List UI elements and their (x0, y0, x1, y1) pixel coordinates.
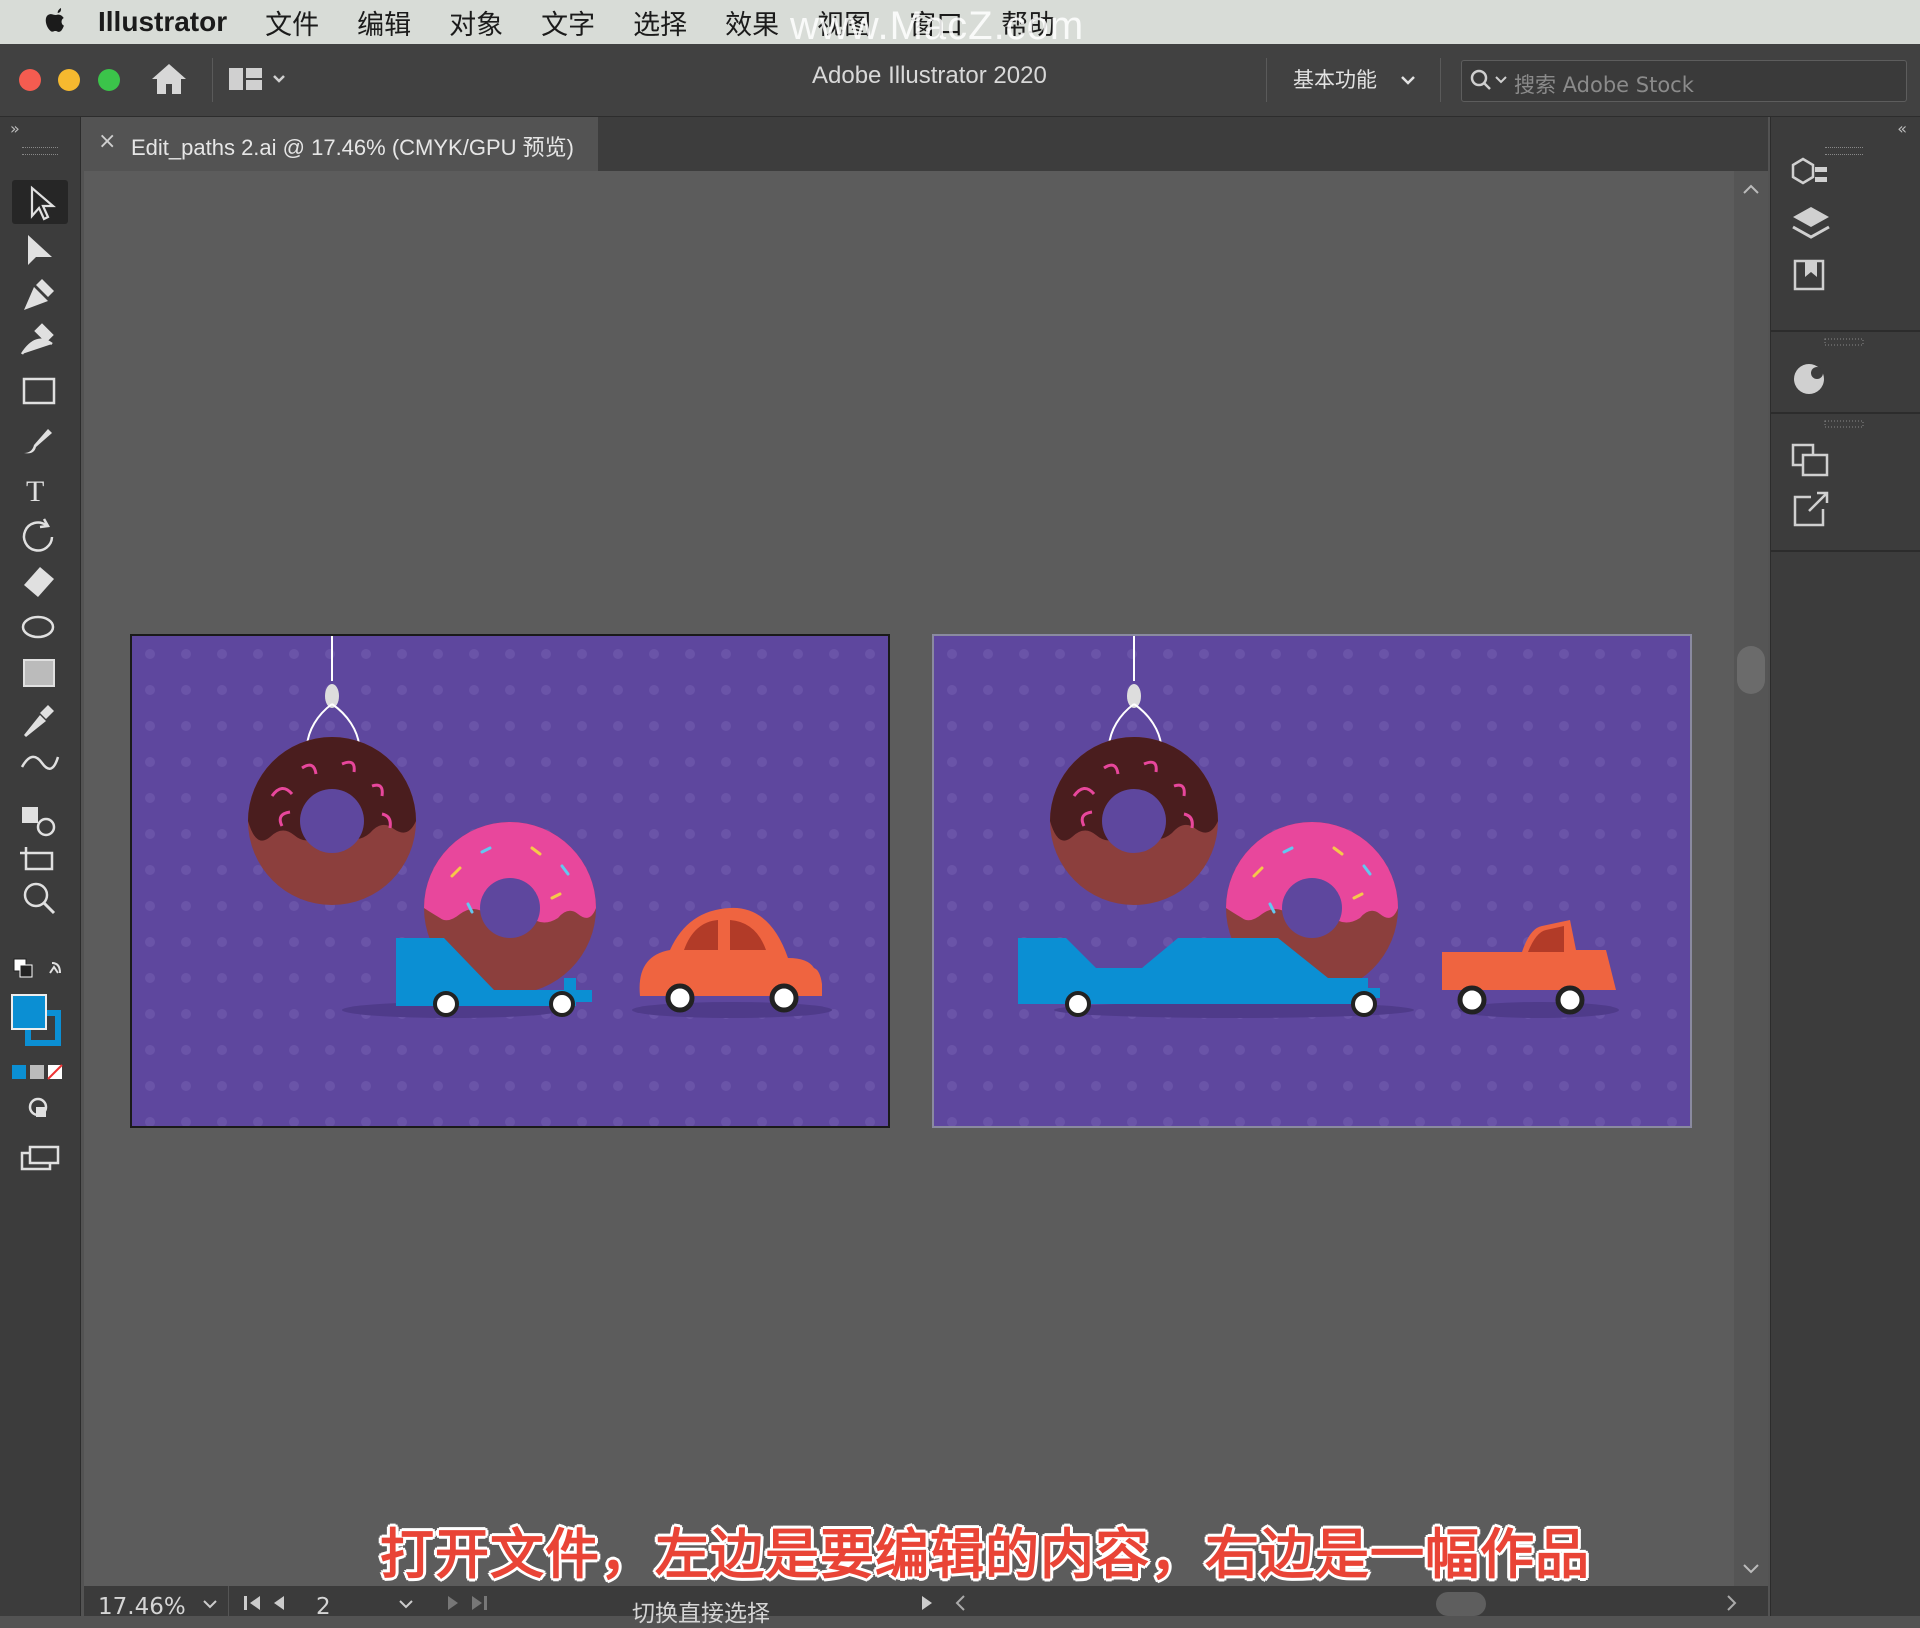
libraries-icon[interactable] (1793, 259, 1825, 291)
fill-swatch[interactable] (11, 994, 47, 1030)
app-bar: Adobe Illustrator 2020 基本功能 搜索 Adobe Sto… (0, 44, 1920, 117)
apple-icon[interactable] (42, 6, 70, 38)
status-menu-icon[interactable] (920, 1594, 934, 1614)
document-tab-bar: × Edit_paths 2.ai @ 17.46% (CMYK/GPU 预览) (84, 117, 1768, 171)
eyedropper-tool[interactable] (24, 705, 54, 737)
curvature-tool[interactable] (20, 323, 54, 355)
menu-select[interactable]: 选择 (633, 3, 687, 42)
gradient-tool[interactable] (23, 659, 55, 687)
divider (1266, 58, 1267, 102)
scroll-up-icon[interactable] (1734, 175, 1768, 205)
document-tab[interactable]: × Edit_paths 2.ai @ 17.46% (CMYK/GPU 预览) (84, 117, 598, 171)
rotate-tool[interactable] (22, 518, 54, 552)
workspace-switcher[interactable]: 基本功能 (1293, 64, 1418, 94)
stock-search-input[interactable]: 搜索 Adobe Stock (1461, 60, 1907, 102)
default-colors-icon[interactable] (13, 958, 33, 978)
search-icon (1470, 69, 1507, 90)
scroll-right-icon[interactable] (1724, 1594, 1738, 1614)
artboard-finished[interactable] (932, 634, 1692, 1128)
status-bar: 17.46% 2 切换直接选择 (84, 1586, 1768, 1627)
chocolate-donut (248, 737, 416, 905)
arrange-documents-icon[interactable] (228, 66, 288, 94)
panel-dock: « (1770, 117, 1920, 1616)
color-icon[interactable] (1794, 364, 1824, 394)
direct-selection-tool[interactable] (28, 235, 52, 265)
chevron-down-icon (1400, 76, 1415, 85)
workspace-label: 基本功能 (1293, 68, 1377, 92)
color-mode-icons[interactable] (12, 1064, 63, 1080)
toolbar-icons: T (11, 180, 68, 1171)
shape-builder-tool[interactable] (22, 807, 56, 837)
artwork-left (132, 636, 888, 1126)
menu-effect[interactable]: 效果 (725, 3, 779, 42)
home-icon[interactable] (150, 61, 188, 97)
type-tool[interactable]: T (26, 475, 44, 508)
zoom-tool[interactable] (23, 882, 56, 915)
divider (228, 1586, 229, 1616)
menu-type[interactable]: 文字 (541, 3, 595, 42)
watermark: www.MacZ.com (790, 4, 1085, 48)
scroll-down-icon[interactable] (1734, 1555, 1768, 1585)
menu-edit[interactable]: 编辑 (357, 3, 411, 42)
scroll-thumb[interactable] (1737, 646, 1765, 694)
vertical-scrollbar[interactable] (1734, 171, 1768, 1586)
menu-file[interactable]: 文件 (265, 3, 319, 42)
close-window-button[interactable] (19, 69, 41, 91)
properties-icon[interactable] (1791, 157, 1827, 185)
next-artboard-icon[interactable] (444, 1594, 494, 1614)
draw-mode-icon[interactable] (28, 1097, 48, 1117)
selection-tool[interactable] (12, 180, 68, 224)
pen-tool[interactable] (24, 279, 54, 310)
layers-icon[interactable] (1792, 207, 1830, 239)
subtitle-caption: 打开文件，左边是要编辑的内容，右边是一幅作品 (380, 1523, 1590, 1586)
zoom-dropdown-icon[interactable] (200, 1598, 220, 1612)
search-placeholder: 搜索 Adobe Stock (1514, 73, 1694, 97)
paintbrush-tool[interactable] (24, 429, 52, 454)
document-tab-label: Edit_paths 2.ai @ 17.46% (CMYK/GPU 预览) (131, 135, 574, 160)
divider (1440, 58, 1441, 102)
dock-icons (1771, 157, 1920, 552)
tools-panel: » T (0, 117, 81, 1616)
window-title: Adobe Illustrator 2020 (812, 62, 1047, 89)
blend-tool[interactable] (20, 755, 60, 770)
divider (212, 58, 213, 102)
artboard-number-field[interactable]: 2 (316, 1594, 331, 1620)
swap-colors-icon[interactable] (49, 962, 61, 974)
chocolate-donut (1050, 737, 1218, 905)
export-icon[interactable] (1793, 491, 1829, 527)
horizontal-scroll-thumb[interactable] (1436, 1592, 1486, 1616)
first-artboard-icon[interactable] (244, 1594, 304, 1614)
zoom-window-button[interactable] (98, 69, 120, 91)
minimize-window-button[interactable] (58, 69, 80, 91)
lasso-tool[interactable] (21, 615, 55, 639)
menu-object[interactable]: 对象 (449, 3, 503, 42)
artboard-edit[interactable] (130, 634, 890, 1128)
zoom-level-field[interactable]: 17.46% (98, 1594, 186, 1620)
artboard-dropdown-icon[interactable] (396, 1598, 416, 1612)
close-tab-icon[interactable]: × (98, 129, 116, 154)
artboard-tool[interactable] (20, 847, 54, 871)
eraser-tool[interactable] (24, 567, 54, 597)
transform-icon[interactable] (1791, 443, 1829, 477)
scroll-left-icon[interactable] (954, 1594, 968, 1614)
app-menu[interactable]: Illustrator (98, 6, 227, 38)
rectangle-tool[interactable] (22, 377, 56, 405)
screen-mode-icon[interactable] (20, 1145, 60, 1171)
artwork-right (934, 636, 1690, 1126)
tool-hint[interactable]: 切换直接选择 (632, 1594, 770, 1628)
horizontal-scrollbar[interactable] (954, 1586, 1744, 1616)
